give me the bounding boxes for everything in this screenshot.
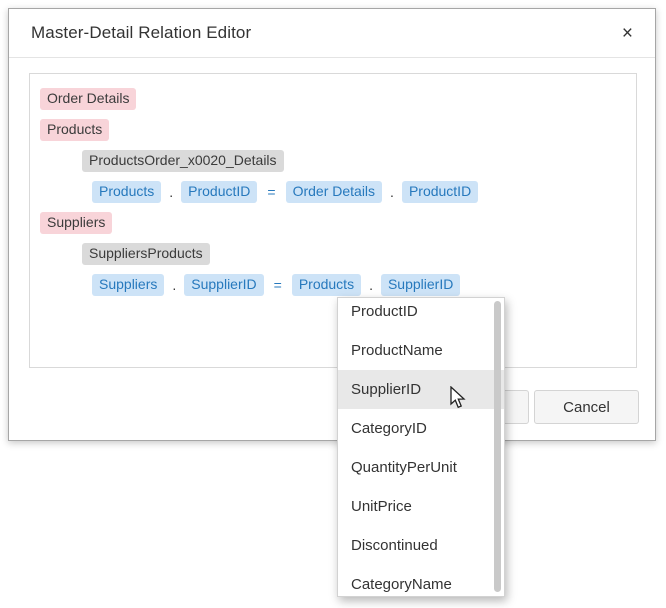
master-detail-relation-editor-dialog: Master-Detail Relation Editor × Order De… bbox=[8, 8, 656, 441]
field-table-badge[interactable]: Order Details bbox=[285, 181, 383, 203]
cancel-button[interactable]: Cancel bbox=[534, 390, 639, 424]
scrollbar-thumb[interactable] bbox=[494, 301, 501, 592]
close-icon[interactable]: × bbox=[614, 22, 641, 45]
field-badge[interactable]: ProductID bbox=[181, 181, 258, 203]
dropdown-item[interactable]: Discontinued bbox=[338, 526, 504, 565]
dropdown-item[interactable]: CategoryName bbox=[338, 565, 504, 596]
tree-row-table: Suppliers bbox=[40, 212, 626, 234]
dropdown-item[interactable]: UnitPrice bbox=[338, 487, 504, 526]
dot-separator: . bbox=[390, 184, 394, 200]
dialog-title: Master-Detail Relation Editor bbox=[31, 23, 252, 42]
tree-row-equation: Suppliers . SupplierID = Products . Supp… bbox=[92, 274, 626, 296]
field-badge[interactable]: SupplierID bbox=[184, 274, 264, 296]
field-badge[interactable]: ProductID bbox=[401, 181, 479, 203]
field-table-badge[interactable]: Products bbox=[92, 181, 162, 203]
tree-row-relation: ProductsOrder_x0020_Details bbox=[82, 150, 626, 172]
relation-tree-panel: Order Details Products ProductsOrder_x00… bbox=[29, 73, 637, 368]
equals-sign: = bbox=[267, 184, 276, 200]
field-badge[interactable]: SupplierID bbox=[380, 274, 461, 296]
dot-separator: . bbox=[369, 277, 373, 293]
tree-row-table: Order Details bbox=[40, 88, 626, 110]
dropdown-items-container: ProductID ProductName SupplierID Categor… bbox=[338, 298, 504, 596]
table-badge[interactable]: Products bbox=[40, 119, 110, 141]
dropdown-item[interactable]: QuantityPerUnit bbox=[338, 448, 504, 487]
relation-badge[interactable]: SuppliersProducts bbox=[82, 243, 210, 265]
table-badge[interactable]: Order Details bbox=[40, 88, 137, 110]
table-badge[interactable]: Suppliers bbox=[40, 212, 113, 234]
tree-row-equation: Products . ProductID = Order Details . P… bbox=[92, 181, 626, 203]
equals-sign: = bbox=[273, 277, 282, 293]
field-table-badge[interactable]: Products bbox=[291, 274, 362, 296]
relation-badge[interactable]: ProductsOrder_x0020_Details bbox=[82, 150, 284, 172]
dropdown-item[interactable]: CategoryID bbox=[338, 409, 504, 448]
tree-row-table: Products bbox=[40, 119, 626, 141]
dot-separator: . bbox=[169, 184, 174, 200]
tree-row-relation: SuppliersProducts bbox=[82, 243, 626, 265]
dialog-header: Master-Detail Relation Editor × bbox=[9, 9, 655, 58]
dropdown-item[interactable]: ProductID bbox=[338, 298, 504, 331]
field-table-badge[interactable]: Suppliers bbox=[92, 274, 165, 296]
field-dropdown-list: ProductID ProductName SupplierID Categor… bbox=[337, 297, 505, 597]
dropdown-item[interactable]: ProductName bbox=[338, 331, 504, 370]
dot-separator: . bbox=[172, 277, 177, 293]
dropdown-item-highlighted[interactable]: SupplierID bbox=[338, 370, 504, 409]
